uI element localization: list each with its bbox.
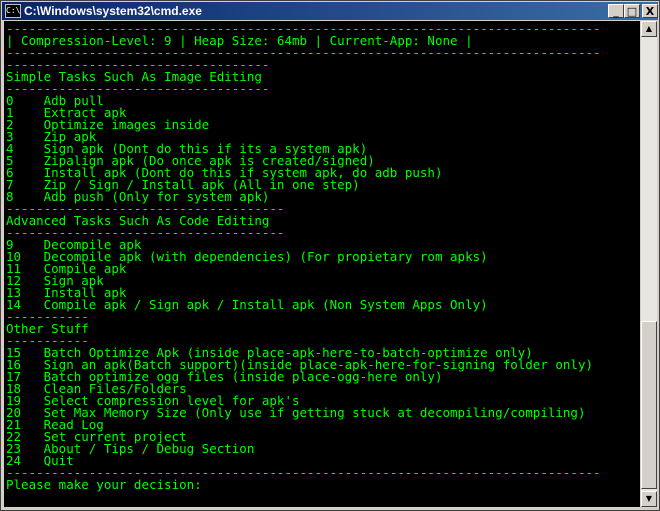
console-line: 14 Compile apk / Sign apk / Install apk …	[6, 297, 488, 312]
scroll-thumb[interactable]	[641, 321, 657, 489]
console-line: Please make your decision:	[6, 477, 202, 492]
console-line: Other Stuff	[6, 321, 89, 336]
console-line: 23 About / Tips / Debug Section	[6, 441, 255, 456]
cmd-window: C:\ C:\Windows\system32\cmd.exe _ □ X --…	[0, 0, 660, 511]
close-button[interactable]: X	[642, 4, 658, 18]
maximize-button[interactable]: □	[624, 4, 640, 18]
cmd-icon[interactable]: C:\	[5, 4, 21, 18]
vertical-scrollbar[interactable]: ▲ ▼	[641, 21, 657, 507]
scroll-down-arrow-icon[interactable]: ▼	[641, 491, 657, 507]
scroll-up-arrow-icon[interactable]: ▲	[641, 21, 657, 37]
console-line: -----------	[6, 309, 89, 324]
console-lines: ----------------------------------------…	[6, 22, 601, 492]
minimize-button[interactable]: _	[608, 4, 624, 18]
window-title: C:\Windows\system32\cmd.exe	[24, 4, 202, 18]
console-output[interactable]: ----------------------------------------…	[4, 21, 640, 507]
title-bar[interactable]: C:\ C:\Windows\system32\cmd.exe _ □ X	[2, 2, 658, 20]
